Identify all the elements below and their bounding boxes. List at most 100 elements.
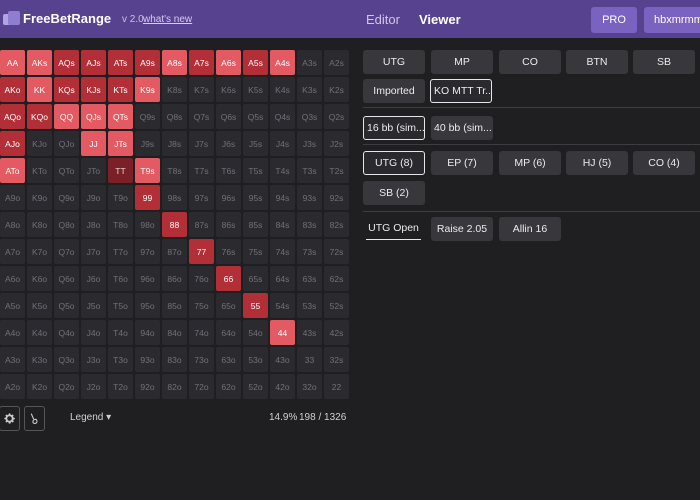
- hand-cell-53o[interactable]: 53o: [243, 347, 268, 372]
- hand-cell-52s[interactable]: 52s: [324, 293, 349, 318]
- stack-40bb-button[interactable]: 40 bb (sim...: [431, 116, 493, 140]
- hand-cell-33[interactable]: 33: [297, 347, 322, 372]
- hand-cell-A4s[interactable]: A4s: [270, 50, 295, 75]
- hand-cell-53s[interactable]: 53s: [297, 293, 322, 318]
- hand-cell-T9o[interactable]: T9o: [108, 185, 133, 210]
- hand-cell-92o[interactable]: 92o: [135, 374, 160, 399]
- hand-cell-Q2o[interactable]: Q2o: [54, 374, 79, 399]
- hand-cell-KQs[interactable]: KQs: [54, 77, 79, 102]
- hand-cell-QTs[interactable]: QTs: [108, 104, 133, 129]
- hand-cell-98o[interactable]: 98o: [135, 212, 160, 237]
- hand-cell-J2s[interactable]: J2s: [324, 131, 349, 156]
- hand-cell-Q6o[interactable]: Q6o: [54, 266, 79, 291]
- hand-cell-42s[interactable]: 42s: [324, 320, 349, 345]
- hand-cell-T6o[interactable]: T6o: [108, 266, 133, 291]
- spot-co-button[interactable]: CO (4): [633, 151, 695, 175]
- hand-cell-J7s[interactable]: J7s: [189, 131, 214, 156]
- hand-cell-J5s[interactable]: J5s: [243, 131, 268, 156]
- hand-cell-Q5o[interactable]: Q5o: [54, 293, 79, 318]
- hand-cell-Q7s[interactable]: Q7s: [189, 104, 214, 129]
- hand-cell-J5o[interactable]: J5o: [81, 293, 106, 318]
- hand-cell-Q9o[interactable]: Q9o: [54, 185, 79, 210]
- hand-cell-66[interactable]: 66: [216, 266, 241, 291]
- hand-cell-98s[interactable]: 98s: [162, 185, 187, 210]
- hand-cell-74s[interactable]: 74s: [270, 239, 295, 264]
- hand-cell-Q8s[interactable]: Q8s: [162, 104, 187, 129]
- hand-cell-43s[interactable]: 43s: [297, 320, 322, 345]
- hand-cell-A9o[interactable]: A9o: [0, 185, 25, 210]
- position-utg-button[interactable]: UTG: [363, 50, 425, 74]
- hand-cell-73o[interactable]: 73o: [189, 347, 214, 372]
- hand-cell-A3s[interactable]: A3s: [297, 50, 322, 75]
- hand-cell-K7o[interactable]: K7o: [27, 239, 52, 264]
- hand-cell-73s[interactable]: 73s: [297, 239, 322, 264]
- hand-cell-82s[interactable]: 82s: [324, 212, 349, 237]
- hand-cell-A7s[interactable]: A7s: [189, 50, 214, 75]
- hand-cell-76o[interactable]: 76o: [189, 266, 214, 291]
- hand-cell-96s[interactable]: 96s: [216, 185, 241, 210]
- hand-cell-77[interactable]: 77: [189, 239, 214, 264]
- hand-cell-QQ[interactable]: QQ: [54, 104, 79, 129]
- hand-cell-QJs[interactable]: QJs: [81, 104, 106, 129]
- paint-button[interactable]: [24, 406, 45, 431]
- hand-cell-Q3o[interactable]: Q3o: [54, 347, 79, 372]
- hand-cell-87s[interactable]: 87s: [189, 212, 214, 237]
- hand-cell-76s[interactable]: 76s: [216, 239, 241, 264]
- hand-cell-84s[interactable]: 84s: [270, 212, 295, 237]
- hand-cell-43o[interactable]: 43o: [270, 347, 295, 372]
- hand-cell-KTs[interactable]: KTs: [108, 77, 133, 102]
- hand-cell-K8o[interactable]: K8o: [27, 212, 52, 237]
- hand-cell-KJo[interactable]: KJo: [27, 131, 52, 156]
- hand-cell-J7o[interactable]: J7o: [81, 239, 106, 264]
- hand-cell-K6o[interactable]: K6o: [27, 266, 52, 291]
- hand-cell-75s[interactable]: 75s: [243, 239, 268, 264]
- hand-cell-K8s[interactable]: K8s: [162, 77, 187, 102]
- hand-cell-ATs[interactable]: ATs: [108, 50, 133, 75]
- hand-cell-A5s[interactable]: A5s: [243, 50, 268, 75]
- hand-cell-A2o[interactable]: A2o: [0, 374, 25, 399]
- hand-cell-T7s[interactable]: T7s: [189, 158, 214, 183]
- spot-ep-button[interactable]: EP (7): [431, 151, 493, 175]
- hand-cell-J3s[interactable]: J3s: [297, 131, 322, 156]
- hand-cell-T3s[interactable]: T3s: [297, 158, 322, 183]
- hand-cell-A5o[interactable]: A5o: [0, 293, 25, 318]
- source-imported-button[interactable]: Imported: [363, 79, 425, 103]
- hand-cell-A6o[interactable]: A6o: [0, 266, 25, 291]
- hand-cell-K3s[interactable]: K3s: [297, 77, 322, 102]
- hand-cell-93o[interactable]: 93o: [135, 347, 160, 372]
- hand-cell-K3o[interactable]: K3o: [27, 347, 52, 372]
- hand-cell-AJo[interactable]: AJo: [0, 131, 25, 156]
- hand-cell-52o[interactable]: 52o: [243, 374, 268, 399]
- hand-cell-J3o[interactable]: J3o: [81, 347, 106, 372]
- hand-cell-J6s[interactable]: J6s: [216, 131, 241, 156]
- hand-cell-K9o[interactable]: K9o: [27, 185, 52, 210]
- hand-cell-86o[interactable]: 86o: [162, 266, 187, 291]
- nav-editor[interactable]: Editor: [366, 12, 400, 27]
- legend-dropdown[interactable]: Legend ▾: [70, 412, 111, 423]
- hand-cell-JTs[interactable]: JTs: [108, 131, 133, 156]
- hand-cell-Q2s[interactable]: Q2s: [324, 104, 349, 129]
- hand-cell-A8o[interactable]: A8o: [0, 212, 25, 237]
- hand-cell-93s[interactable]: 93s: [297, 185, 322, 210]
- hand-cell-T4s[interactable]: T4s: [270, 158, 295, 183]
- hand-cell-85o[interactable]: 85o: [162, 293, 187, 318]
- hand-cell-T4o[interactable]: T4o: [108, 320, 133, 345]
- action-tab-utg-open[interactable]: UTG Open: [366, 222, 421, 240]
- hand-cell-88[interactable]: 88: [162, 212, 187, 237]
- hand-cell-63o[interactable]: 63o: [216, 347, 241, 372]
- hand-cell-Q7o[interactable]: Q7o: [54, 239, 79, 264]
- hand-cell-QTo[interactable]: QTo: [54, 158, 79, 183]
- brand-title[interactable]: FreeBetRange: [23, 11, 111, 26]
- action-allin-button[interactable]: Allin 16: [499, 217, 561, 241]
- spot-mp-button[interactable]: MP (6): [499, 151, 561, 175]
- hand-cell-94s[interactable]: 94s: [270, 185, 295, 210]
- hand-cell-J4o[interactable]: J4o: [81, 320, 106, 345]
- nav-viewer[interactable]: Viewer: [419, 12, 461, 27]
- hand-cell-82o[interactable]: 82o: [162, 374, 187, 399]
- spot-sb-button[interactable]: SB (2): [363, 181, 425, 205]
- hand-cell-K5o[interactable]: K5o: [27, 293, 52, 318]
- hand-cell-44[interactable]: 44: [270, 320, 295, 345]
- hand-cell-Q4o[interactable]: Q4o: [54, 320, 79, 345]
- hand-cell-K9s[interactable]: K9s: [135, 77, 160, 102]
- hand-cell-83s[interactable]: 83s: [297, 212, 322, 237]
